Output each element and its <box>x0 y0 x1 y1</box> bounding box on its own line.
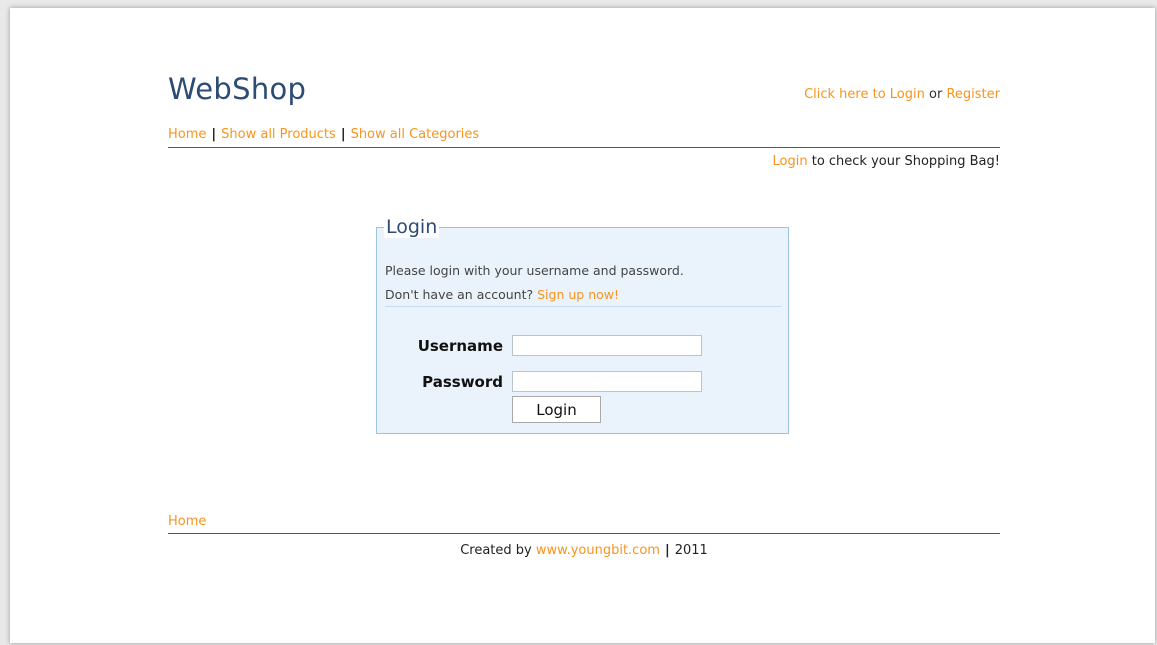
nav-separator: | <box>340 127 346 142</box>
page-container: WebShop Click here to Login or Register … <box>168 8 1000 643</box>
nav-categories-link[interactable]: Show all Categories <box>351 127 480 142</box>
footer-home-link[interactable]: Home <box>168 514 206 529</box>
bag-notice-text: to check your Shopping Bag! <box>811 154 1000 169</box>
nav-home-link[interactable]: Home <box>168 127 206 142</box>
bag-login-link[interactable]: Login <box>773 154 808 169</box>
site-logo[interactable]: WebShop <box>168 72 306 106</box>
account-links: Click here to Login or Register <box>804 87 1000 102</box>
shopping-bag-notice: Login to check your Shopping Bag! <box>773 154 1001 169</box>
footer-year: 2011 <box>674 543 708 558</box>
or-text: or <box>929 87 943 102</box>
signup-prompt: Don't have an account? Sign up now! <box>385 287 619 302</box>
login-link[interactable]: Click here to Login <box>804 87 925 102</box>
login-instructions: Please login with your username and pass… <box>385 263 684 278</box>
nav-products-link[interactable]: Show all Products <box>221 127 336 142</box>
header-divider <box>168 147 1000 148</box>
main-nav: Home | Show all Products | Show all Categori… <box>168 127 479 142</box>
browser-page: WebShop Click here to Login or Register … <box>10 8 1155 643</box>
login-form-box: Login Please login with your username an… <box>376 216 789 434</box>
username-label: Username <box>417 337 503 355</box>
register-link[interactable]: Register <box>946 87 1000 102</box>
login-legend: Login <box>384 216 440 238</box>
footer-separator: | <box>664 543 670 558</box>
password-input[interactable] <box>512 371 702 392</box>
password-label: Password <box>422 373 503 391</box>
created-by-text: Created by <box>460 543 532 558</box>
signup-prompt-text: Don't have an account? <box>385 287 534 302</box>
footer-credits: Created by www.youngbit.com | 2011 <box>168 543 1000 558</box>
username-input[interactable] <box>512 335 702 356</box>
login-box-divider <box>385 306 781 307</box>
nav-separator: | <box>211 127 217 142</box>
signup-link[interactable]: Sign up now! <box>537 287 619 302</box>
login-submit-button[interactable]: Login <box>512 396 601 423</box>
footer-divider <box>168 533 1000 534</box>
youngbit-link[interactable]: www.youngbit.com <box>536 543 660 558</box>
